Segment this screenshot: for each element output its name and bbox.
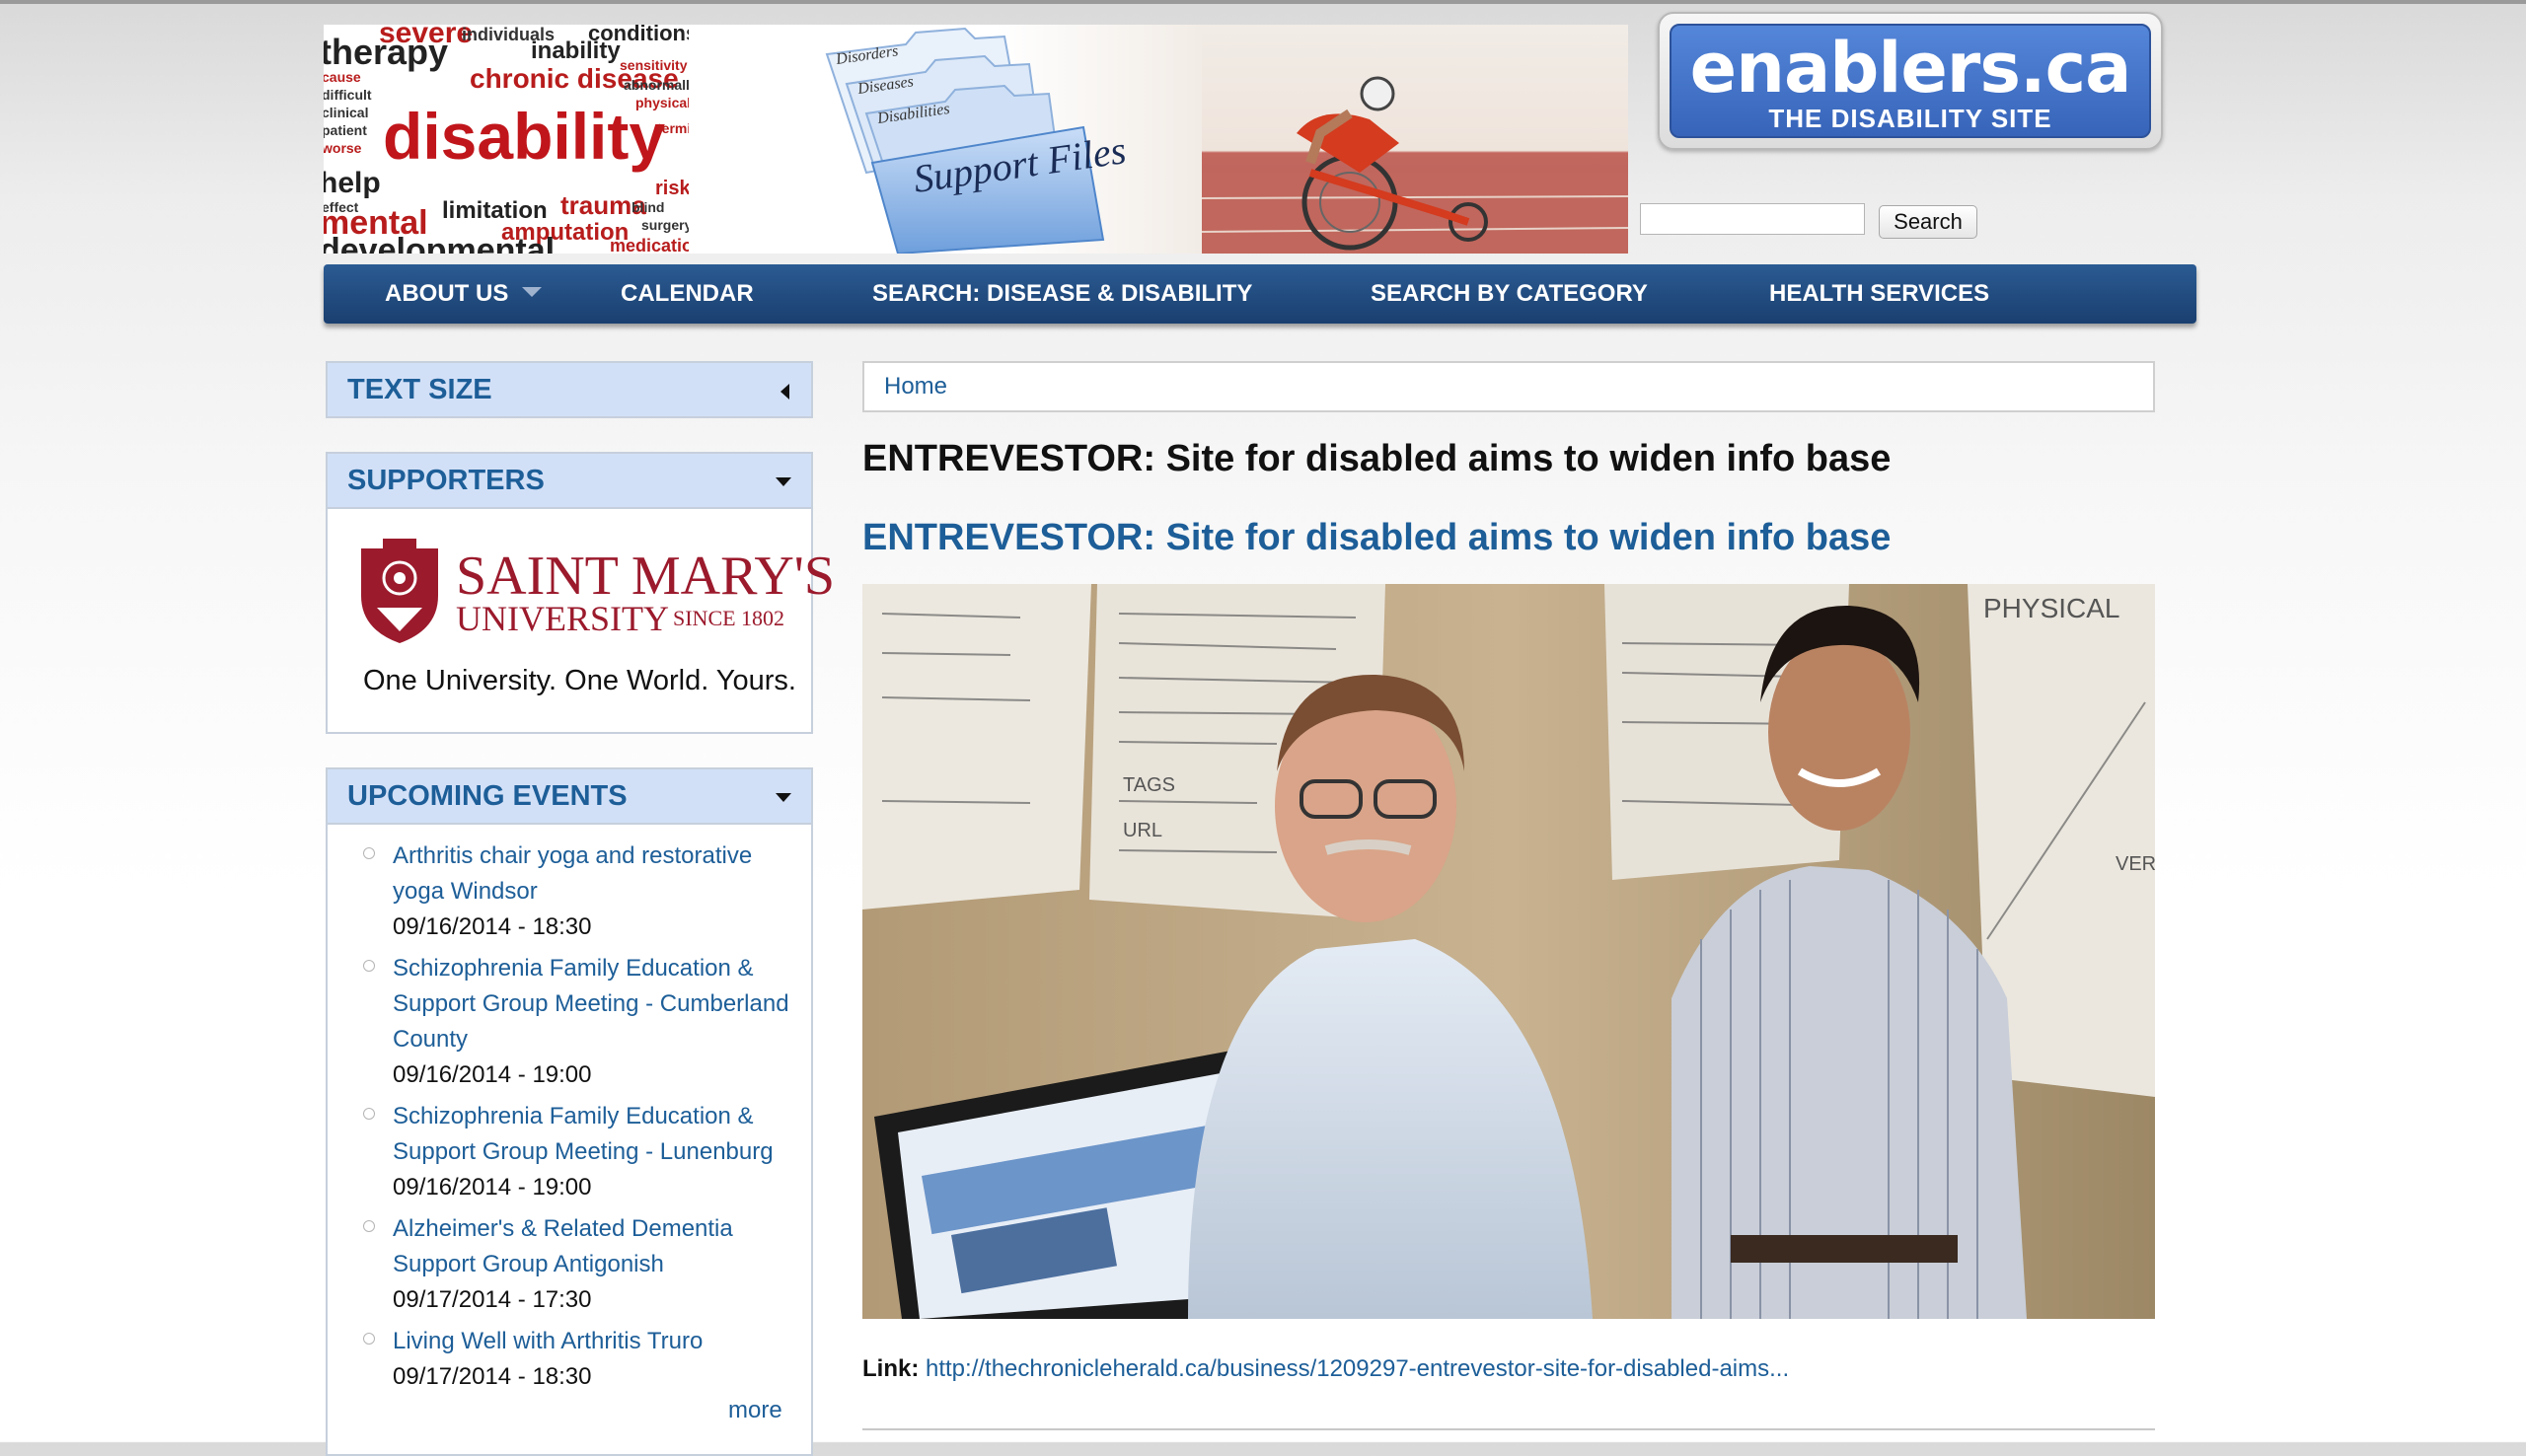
event-link[interactable]: Living Well with Arthritis Truro bbox=[393, 1324, 797, 1359]
word-cloud-word: medication bbox=[610, 236, 689, 254]
event-link[interactable]: Schizophrenia Family Education & Support… bbox=[393, 951, 797, 1057]
breadcrumb: Home bbox=[862, 361, 2155, 412]
search-input[interactable] bbox=[1640, 203, 1865, 235]
event-link[interactable]: Schizophrenia Family Education & Support… bbox=[393, 1099, 797, 1170]
enablers-logo[interactable]: enablers.ca THE DISABILITY SITE bbox=[1658, 12, 2163, 150]
whiteboard-text: PHYSICAL bbox=[1983, 593, 2120, 623]
word-cloud-word: abnormally bbox=[624, 77, 689, 93]
whiteboard-text: VER bbox=[2116, 853, 2155, 875]
events-more-link[interactable]: more bbox=[728, 1397, 782, 1424]
nav-item-label: CALENDAR bbox=[621, 280, 754, 307]
event-date: 09/17/2014 - 18:30 bbox=[393, 1363, 592, 1390]
bullet-icon bbox=[363, 960, 375, 972]
event-date: 09/16/2014 - 18:30 bbox=[393, 913, 592, 940]
link-label: Link: bbox=[862, 1355, 920, 1382]
upcoming-events-list: Arthritis chair yoga and restorative yog… bbox=[326, 825, 813, 1456]
word-cloud-word: clinical bbox=[324, 105, 368, 120]
nav-item-about-us[interactable]: ABOUT US bbox=[385, 264, 543, 324]
word-cloud-word: conditions bbox=[588, 25, 689, 45]
disability-word-cloud: severe therapy inability individuals con… bbox=[324, 25, 689, 254]
list-item: Living Well with Arthritis Truro 09/17/2… bbox=[363, 1324, 797, 1395]
list-item: Schizophrenia Family Education & Support… bbox=[363, 951, 797, 1093]
logo-badge: enablers.ca THE DISABILITY SITE bbox=[1670, 24, 2151, 138]
wheelchair-athlete-image bbox=[1202, 25, 1628, 254]
header-banner: severe therapy inability individuals con… bbox=[324, 25, 1628, 254]
logo-tagline: THE DISABILITY SITE bbox=[1768, 104, 2052, 133]
article-source-link[interactable]: http://thechronicleherald.ca/business/12… bbox=[926, 1355, 1789, 1382]
nav-item-label: HEALTH SERVICES bbox=[1769, 280, 1990, 307]
supporters-body: SAINT MARY'S UNIVERSITY SINCE 1802 One U… bbox=[326, 509, 835, 734]
text-size-header[interactable]: TEXT SIZE bbox=[326, 361, 813, 418]
word-cloud-word: disability bbox=[383, 100, 665, 173]
word-cloud-word: surgery bbox=[641, 217, 689, 233]
list-item: Arthritis chair yoga and restorative yog… bbox=[363, 838, 797, 945]
event-link[interactable]: Arthritis chair yoga and restorative yog… bbox=[393, 838, 797, 910]
word-cloud-word: terminology bbox=[657, 120, 689, 136]
word-cloud-word: worse bbox=[324, 140, 362, 156]
supporter-slogan[interactable]: One University. One World. Yours. bbox=[363, 665, 796, 697]
supporter-name-line2: UNIVERSITY bbox=[456, 599, 669, 638]
content-divider bbox=[862, 1428, 2155, 1430]
block-title: UPCOMING EVENTS bbox=[347, 780, 628, 812]
nav-item-calendar[interactable]: CALENDAR bbox=[621, 264, 754, 324]
browser-top-border bbox=[0, 0, 2526, 4]
event-date: 09/16/2014 - 19:00 bbox=[393, 1174, 592, 1201]
bullet-icon bbox=[363, 1108, 375, 1120]
expand-down-icon[interactable] bbox=[776, 793, 791, 802]
word-cloud-word: help bbox=[324, 167, 381, 199]
bullet-icon bbox=[363, 1220, 375, 1232]
nav-item-search-disease-disability[interactable]: SEARCH: DISEASE & DISABILITY bbox=[872, 264, 1252, 324]
nav-item-search-by-category[interactable]: SEARCH BY CATEGORY bbox=[1371, 264, 1648, 324]
event-link[interactable]: Alzheimer's & Related Dementia Support G… bbox=[393, 1211, 797, 1282]
bullet-icon bbox=[363, 847, 375, 859]
main-nav: ABOUT US CALENDAR SEARCH: DISEASE & DISA… bbox=[324, 264, 2196, 324]
expand-down-icon[interactable] bbox=[776, 477, 791, 486]
article-link-row: Link: http://thechronicleherald.ca/busin… bbox=[862, 1355, 1789, 1383]
supporters-header[interactable]: SUPPORTERS bbox=[326, 452, 813, 509]
nav-item-label: SEARCH: DISEASE & DISABILITY bbox=[872, 280, 1253, 307]
article-title-link[interactable]: ENTREVESTOR: Site for disabled aims to w… bbox=[862, 517, 1891, 559]
block-title: TEXT SIZE bbox=[347, 374, 492, 405]
logo-name: enablers.ca bbox=[1689, 28, 2132, 109]
article-photo: TAGS URL PHYSICAL VER bbox=[862, 584, 2155, 1319]
chevron-down-icon[interactable] bbox=[522, 287, 543, 297]
word-cloud-word: cause bbox=[324, 69, 361, 85]
breadcrumb-home-link[interactable]: Home bbox=[884, 373, 947, 400]
word-cloud-word: patient bbox=[324, 122, 367, 138]
upcoming-events-header[interactable]: UPCOMING EVENTS bbox=[326, 767, 813, 825]
collapse-left-icon[interactable] bbox=[780, 384, 789, 400]
word-cloud-word: developmental bbox=[324, 232, 555, 254]
nav-item-label: ABOUT US bbox=[385, 280, 509, 307]
word-cloud-word: difficult bbox=[324, 87, 372, 103]
word-cloud-word: individuals bbox=[462, 25, 555, 44]
word-cloud-word: therapy bbox=[324, 32, 448, 72]
list-item: Schizophrenia Family Education & Support… bbox=[363, 1099, 797, 1205]
nav-item-label: SEARCH BY CATEGORY bbox=[1371, 280, 1648, 307]
list-item: Alzheimer's & Related Dementia Support G… bbox=[363, 1211, 797, 1318]
support-files-graphic: Disorders Diseases Disabilities Support … bbox=[689, 25, 1202, 254]
search-button[interactable]: Search bbox=[1879, 205, 1977, 239]
whiteboard-text: URL bbox=[1123, 820, 1162, 841]
word-cloud-word: risk bbox=[655, 178, 689, 199]
event-date: 09/17/2014 - 17:30 bbox=[393, 1286, 592, 1313]
block-title: SUPPORTERS bbox=[347, 465, 545, 496]
nav-item-health-services[interactable]: HEALTH SERVICES bbox=[1769, 264, 1989, 324]
saint-marys-crest-icon bbox=[361, 539, 438, 643]
page-title: ENTREVESTOR: Site for disabled aims to w… bbox=[862, 438, 1892, 479]
event-date: 09/16/2014 - 19:00 bbox=[393, 1061, 592, 1088]
word-cloud-word: blind bbox=[632, 199, 664, 215]
supporter-since: SINCE 1802 bbox=[673, 606, 785, 630]
bullet-icon bbox=[363, 1333, 375, 1345]
whiteboard-text: TAGS bbox=[1123, 774, 1175, 796]
